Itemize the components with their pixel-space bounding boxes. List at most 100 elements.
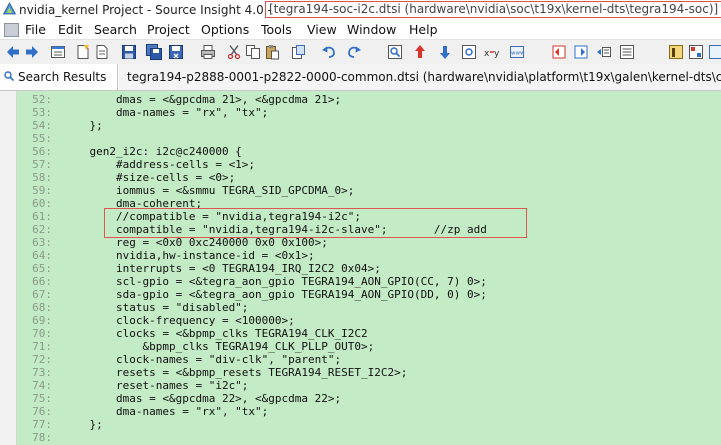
symbol-window-icon[interactable] <box>596 44 612 60</box>
code-line[interactable]: 74: reset-names = "i2c"; <box>16 379 721 392</box>
line-number: 73: <box>32 366 52 379</box>
code-line[interactable]: 67: sda-gpio = <&tegra_aon_gpio TEGRA194… <box>16 288 721 301</box>
context-window-icon[interactable] <box>708 44 721 60</box>
menu-options[interactable]: Options <box>201 22 249 37</box>
forward-arrow-icon[interactable] <box>24 44 40 60</box>
code-line[interactable]: 52: dmas = <&gpcdma 21>, <&gpcdma 21>; <box>16 93 721 106</box>
menu-bar: File Edit Search Project Options Tools V… <box>0 20 721 39</box>
save-icon[interactable] <box>121 44 137 60</box>
print-icon[interactable] <box>200 44 216 60</box>
new-file-icon[interactable] <box>75 44 91 60</box>
code-line[interactable]: 65: interrupts = <0 TEGRA194_IRQ_I2C2 0x… <box>16 262 721 275</box>
search-files-icon[interactable] <box>461 44 477 60</box>
code-line[interactable]: 54: }; <box>16 119 721 132</box>
code-text: dma-names = "rx", "tx"; <box>63 106 269 119</box>
tab-search-results-label: Search Results <box>18 70 107 84</box>
menu-file[interactable]: File <box>25 22 46 37</box>
line-number: 67: <box>32 288 52 301</box>
code-line[interactable]: 76: dma-names = "rx", "tx"; <box>16 405 721 418</box>
code-line[interactable]: 75: dmas = <&gpcdma 22>, <&gpcdma 22>; <box>16 392 721 405</box>
find-previous-icon[interactable] <box>412 44 428 60</box>
code-text: sda-gpio = <&tegra_aon_gpio TEGRA194_AON… <box>63 288 487 301</box>
code-line[interactable]: 72: clock-names = "div-clk", "parent"; <box>16 353 721 366</box>
paste-icon[interactable] <box>264 44 280 60</box>
menu-search[interactable]: Search <box>94 22 137 37</box>
line-number: 59: <box>32 184 52 197</box>
open-file-icon[interactable] <box>94 44 110 60</box>
code-text: clock-frequency = <100000>; <box>63 314 295 327</box>
code-line[interactable]: 69: clock-frequency = <100000>; <box>16 314 721 327</box>
svg-text:x: x <box>484 49 490 59</box>
code-line[interactable]: 73: resets = <&bpmp_resets TEGRA194_RESE… <box>16 366 721 379</box>
line-number: 64: <box>32 249 52 262</box>
code-line[interactable]: 77: }; <box>16 418 721 431</box>
line-number: 54: <box>32 119 52 132</box>
menu-view[interactable]: View <box>307 22 337 37</box>
project-window-icon[interactable] <box>688 44 704 60</box>
window-menu-icon[interactable] <box>4 23 19 37</box>
code-text: status = "disabled"; <box>63 301 249 314</box>
relation-window-icon[interactable] <box>619 44 635 60</box>
tab-search-results[interactable]: Search Results <box>0 64 118 90</box>
cut-icon[interactable] <box>226 44 242 60</box>
copy-icon[interactable] <box>245 44 261 60</box>
editor-gutter[interactable] <box>0 91 17 445</box>
menu-edit[interactable]: Edit <box>58 22 82 37</box>
list-window-icon[interactable] <box>50 44 66 60</box>
code-line[interactable]: 64: nvidia,hw-instance-id = <0x1>; <box>16 249 721 262</box>
svg-text:www: www <box>511 51 525 57</box>
back-arrow-icon[interactable] <box>5 44 21 60</box>
code-line[interactable]: 66: scl-gpio = <&tegra_aon_gpio TEGRA194… <box>16 275 721 288</box>
code-line[interactable]: 59: iommus = <&smmu TEGRA_SID_GPCDMA_0>; <box>16 184 721 197</box>
line-number: 56: <box>32 145 52 158</box>
code-line[interactable]: 58: #size-cells = <0>; <box>16 171 721 184</box>
code-text: }; <box>63 418 103 431</box>
redo-icon[interactable] <box>346 44 362 60</box>
code-text: reset-names = "i2c"; <box>63 379 249 392</box>
toolbar: xy www <box>0 39 721 65</box>
code-line[interactable]: 55: <box>16 132 721 145</box>
code-text: dma-names = "rx", "tx"; <box>63 405 269 418</box>
save-all-icon[interactable] <box>146 44 162 60</box>
line-number: 57: <box>32 158 52 171</box>
replace-icon[interactable]: xy <box>484 44 500 60</box>
title-bar: nvidia_kernel Project - Source Insight 4… <box>0 0 721 20</box>
sync-project-icon[interactable] <box>668 44 684 60</box>
code-line[interactable]: 71: &bpmp_clks TEGRA194_CLK_PLLP_OUT0>; <box>16 340 721 353</box>
window-title: nvidia_kernel Project - Source Insight 4… <box>19 3 272 17</box>
code-line[interactable]: 53: dma-names = "rx", "tx"; <box>16 106 721 119</box>
paste-special-icon[interactable] <box>290 44 306 60</box>
line-number: 68: <box>32 301 52 314</box>
line-number: 75: <box>32 392 52 405</box>
menu-tools[interactable]: Tools <box>261 22 292 37</box>
code-text: gen2_i2c: i2c@c240000 { <box>63 145 242 158</box>
line-number: 55: <box>32 132 52 145</box>
code-text: clocks = <&bpmp_clks TEGRA194_CLK_I2C2 <box>63 327 368 340</box>
svg-text:y: y <box>494 49 500 59</box>
code-line[interactable]: 68: status = "disabled"; <box>16 301 721 314</box>
code-text: #address-cells = <1>; <box>63 158 256 171</box>
line-number: 69: <box>32 314 52 327</box>
code-line[interactable]: 56: gen2_i2c: i2c@c240000 { <box>16 145 721 158</box>
menu-window[interactable]: Window <box>347 22 396 37</box>
close-file-icon[interactable] <box>168 44 184 60</box>
find-icon[interactable] <box>387 44 403 60</box>
find-next-icon[interactable] <box>437 44 453 60</box>
code-text: dmas = <&gpcdma 22>, <&gpcdma 22>; <box>63 392 342 405</box>
tab-open-file[interactable]: tegra194-p2888-0001-p2822-0000-common.dt… <box>118 64 721 90</box>
code-line[interactable]: 57: #address-cells = <1>; <box>16 158 721 171</box>
jump-back-icon[interactable] <box>551 44 567 60</box>
jump-forward-icon[interactable] <box>573 44 589 60</box>
undo-icon[interactable] <box>321 44 337 60</box>
code-text: interrupts = <0 TEGRA194_IRQ_I2C2 0x04>; <box>63 262 381 275</box>
code-line[interactable]: 70: clocks = <&bpmp_clks TEGRA194_CLK_I2… <box>16 327 721 340</box>
web-search-icon[interactable]: www <box>509 44 525 60</box>
code-line[interactable]: 78: <box>16 431 721 444</box>
line-number: 76: <box>32 405 52 418</box>
menu-help[interactable]: Help <box>409 22 438 37</box>
code-editor[interactable]: 52: dmas = <&gpcdma 21>, <&gpcdma 21>; 53… <box>0 91 721 445</box>
line-number: 65: <box>32 262 52 275</box>
code-text: clock-names = "div-clk", "parent"; <box>63 353 342 366</box>
menu-project[interactable]: Project <box>147 22 190 37</box>
tab-bar: Search Results tegra194-p2888-0001-p2822… <box>0 64 721 91</box>
